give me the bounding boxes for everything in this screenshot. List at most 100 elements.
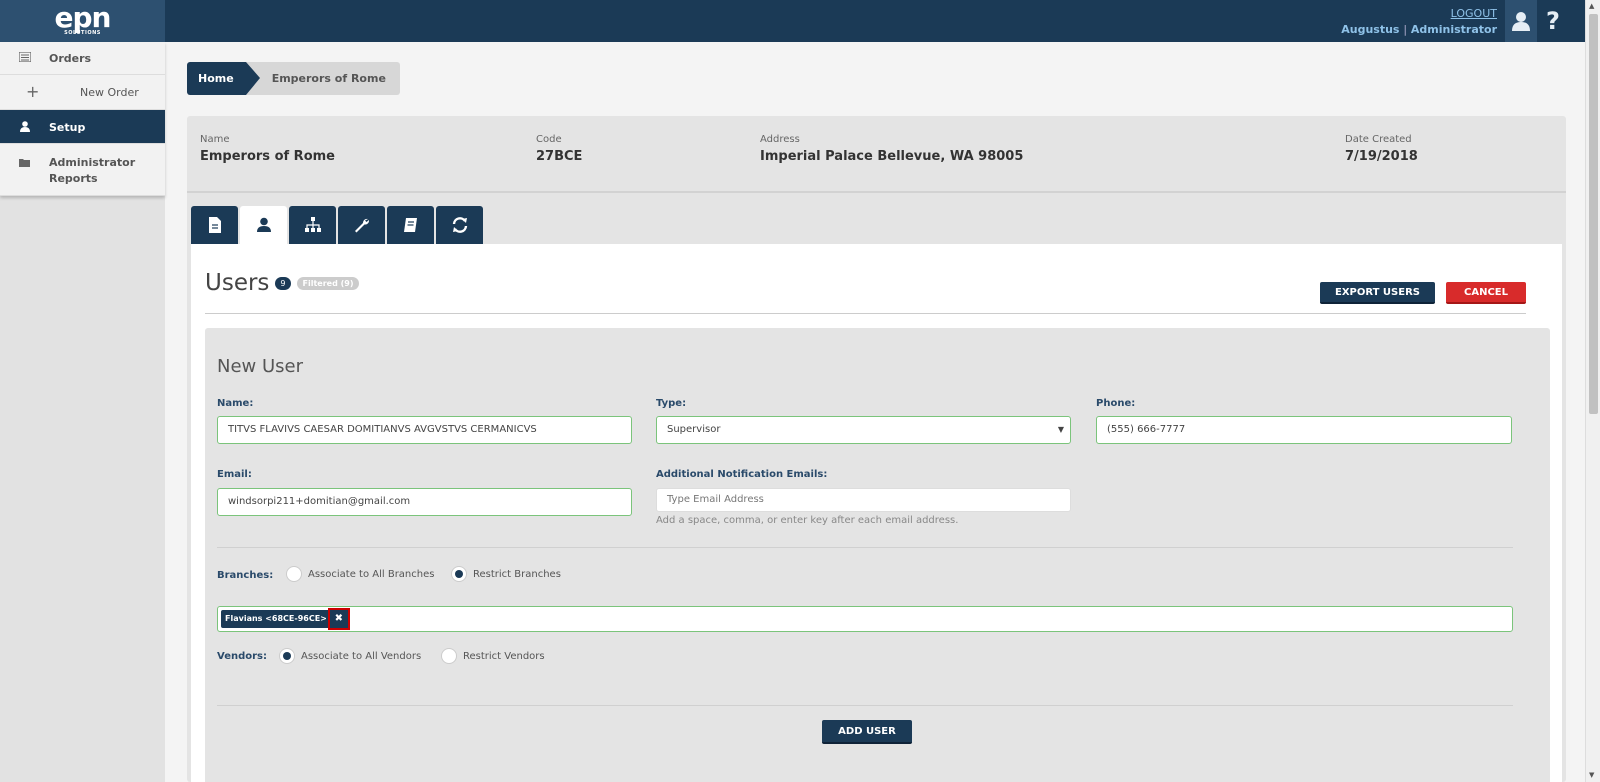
tab-users[interactable]	[240, 206, 287, 244]
users-header: Users 9 Filtered (9)	[205, 270, 360, 296]
sidebar-item-orders[interactable]: Orders	[0, 42, 165, 75]
count-badge: 9	[275, 276, 291, 290]
close-icon[interactable]: ✖	[327, 608, 350, 630]
branches-all-option[interactable]: Associate to All Branches	[286, 566, 434, 582]
info-name: Name Emperors of Rome	[200, 134, 335, 164]
filtered-badge: Filtered (9)	[296, 276, 360, 290]
add-user-button[interactable]: ADD USER	[822, 720, 912, 744]
tab-catalog[interactable]	[387, 206, 434, 244]
user-role[interactable]: Administrator	[1411, 23, 1497, 36]
info-label: Code	[536, 134, 562, 145]
sidebar: Orders + New Order Setup Administrator R…	[0, 42, 165, 782]
user-separator: |	[1403, 23, 1408, 36]
breadcrumb: Home Emperors of Rome	[187, 62, 400, 95]
cancel-button[interactable]: CANCEL	[1446, 282, 1526, 304]
document-icon	[208, 217, 221, 233]
plus-icon: +	[26, 82, 40, 101]
type-select-value: Supervisor	[667, 424, 721, 435]
top-bar: epn SOLUTIONS LOGOUT Augustus | Administr…	[0, 0, 1585, 42]
tab-settings[interactable]	[338, 206, 385, 244]
email-field[interactable]: windsorpi211+domitian@gmail.com	[217, 488, 632, 516]
breadcrumb-home[interactable]: Home	[187, 62, 260, 95]
email-label: Email:	[217, 469, 252, 480]
list-icon	[0, 51, 49, 65]
branches-all-radio[interactable]	[286, 566, 302, 582]
scrollbar[interactable]: ▲ ▼	[1585, 0, 1600, 782]
branch-tag: Flavians <68CE-96CE> ✖	[221, 608, 350, 630]
info-label: Date Created	[1345, 134, 1412, 145]
sidebar-item-label: Orders	[49, 52, 92, 65]
sidebar-item-setup[interactable]: Setup	[0, 110, 165, 144]
info-code: Code 27BCE	[536, 134, 582, 164]
divider	[205, 313, 1526, 314]
vendors-restrict-option[interactable]: Restrict Vendors	[441, 648, 545, 664]
vendors-restrict-radio[interactable]	[441, 648, 457, 664]
info-label: Address	[760, 134, 800, 145]
divider	[217, 705, 1513, 706]
phone-field[interactable]: (555) 666-7777	[1096, 416, 1512, 444]
notification-emails-label: Additional Notification Emails:	[656, 469, 828, 480]
branches-restrict-option[interactable]: Restrict Branches	[451, 566, 561, 582]
notification-emails-helper: Add a space, comma, or enter key after e…	[656, 515, 959, 526]
notification-emails-input[interactable]: Type Email Address	[656, 488, 1071, 512]
phone-label: Phone:	[1096, 398, 1136, 409]
branches-label: Branches:	[217, 570, 274, 581]
sidebar-item-label: Setup	[49, 121, 86, 134]
form-title: New User	[217, 356, 304, 377]
divider	[187, 191, 1566, 193]
refresh-icon	[452, 217, 467, 233]
info-address: Address Imperial Palace Bellevue, WA 980…	[760, 134, 1023, 164]
vendors-all-radio[interactable]	[279, 648, 295, 664]
sidebar-item-label: Administrator Reports	[49, 156, 136, 185]
branches-tag-input[interactable]: Flavians <68CE-96CE> ✖	[217, 606, 1513, 632]
new-user-form: New User Name: TITVS FLAVIVS CAESAR DOMI…	[205, 328, 1550, 782]
radio-label: Restrict Branches	[473, 568, 561, 580]
radio-label: Restrict Vendors	[463, 650, 545, 662]
radio-label: Associate to All Vendors	[301, 650, 422, 662]
branch-tag-label: Flavians <68CE-96CE>	[225, 614, 327, 623]
page-title: Users	[205, 270, 270, 296]
export-users-button[interactable]: EXPORT USERS	[1320, 282, 1435, 304]
info-date-created: Date Created 7/19/2018	[1345, 134, 1418, 164]
breadcrumb-current: Emperors of Rome	[245, 62, 400, 95]
vendors-all-option[interactable]: Associate to All Vendors	[279, 648, 421, 664]
info-label: Name	[200, 134, 230, 145]
scroll-down-arrow-icon[interactable]: ▼	[1589, 771, 1594, 779]
account-panel: Name Emperors of Rome Code 27BCE Address…	[187, 116, 1566, 782]
radio-label: Associate to All Branches	[308, 568, 435, 580]
sidebar-item-new-order[interactable]: + New Order	[0, 75, 165, 110]
profile-button[interactable]	[1505, 0, 1537, 42]
tab-details[interactable]	[191, 206, 238, 244]
logout-link[interactable]: LOGOUT	[1341, 6, 1497, 21]
user-info: LOGOUT Augustus | Administrator	[1341, 6, 1497, 38]
info-value: Emperors of Rome	[200, 149, 335, 164]
user-icon	[0, 121, 49, 135]
name-label: Name:	[217, 398, 254, 409]
chevron-down-icon: ▼	[1057, 425, 1064, 434]
divider	[217, 547, 1513, 548]
tab-sync[interactable]	[436, 206, 483, 244]
book-icon	[403, 218, 417, 232]
info-value: 7/19/2018	[1345, 149, 1418, 164]
help-button[interactable]: ?	[1537, 0, 1569, 42]
users-content: Users 9 Filtered (9) EXPORT USERS CANCEL…	[191, 244, 1562, 782]
user-icon	[1512, 12, 1530, 31]
sidebar-item-administrator-reports[interactable]: Administrator Reports	[0, 144, 165, 196]
folder-icon	[0, 155, 49, 173]
scroll-up-arrow-icon[interactable]: ▲	[1589, 2, 1594, 10]
sidebar-item-label: New Order	[80, 86, 139, 99]
account-info: Name Emperors of Rome Code 27BCE Address…	[187, 134, 1566, 194]
name-field[interactable]: TITVS FLAVIVS CAESAR DOMITIANVS AVGVSTVS…	[217, 416, 632, 444]
info-value: Imperial Palace Bellevue, WA 98005	[760, 149, 1024, 164]
tab-branches[interactable]	[289, 206, 336, 244]
vendors-label: Vendors:	[217, 651, 268, 662]
type-select[interactable]: Supervisor ▼	[656, 416, 1071, 444]
user-name[interactable]: Augustus	[1341, 23, 1399, 36]
logo[interactable]: epn SOLUTIONS	[0, 0, 165, 42]
sidebar-nav: Orders + New Order Setup Administrator R…	[0, 42, 165, 196]
help-icon: ?	[1546, 7, 1560, 35]
wrench-icon	[354, 218, 369, 233]
scroll-thumb[interactable]	[1589, 14, 1598, 414]
branches-restrict-radio[interactable]	[451, 566, 467, 582]
sitemap-icon	[304, 217, 321, 232]
